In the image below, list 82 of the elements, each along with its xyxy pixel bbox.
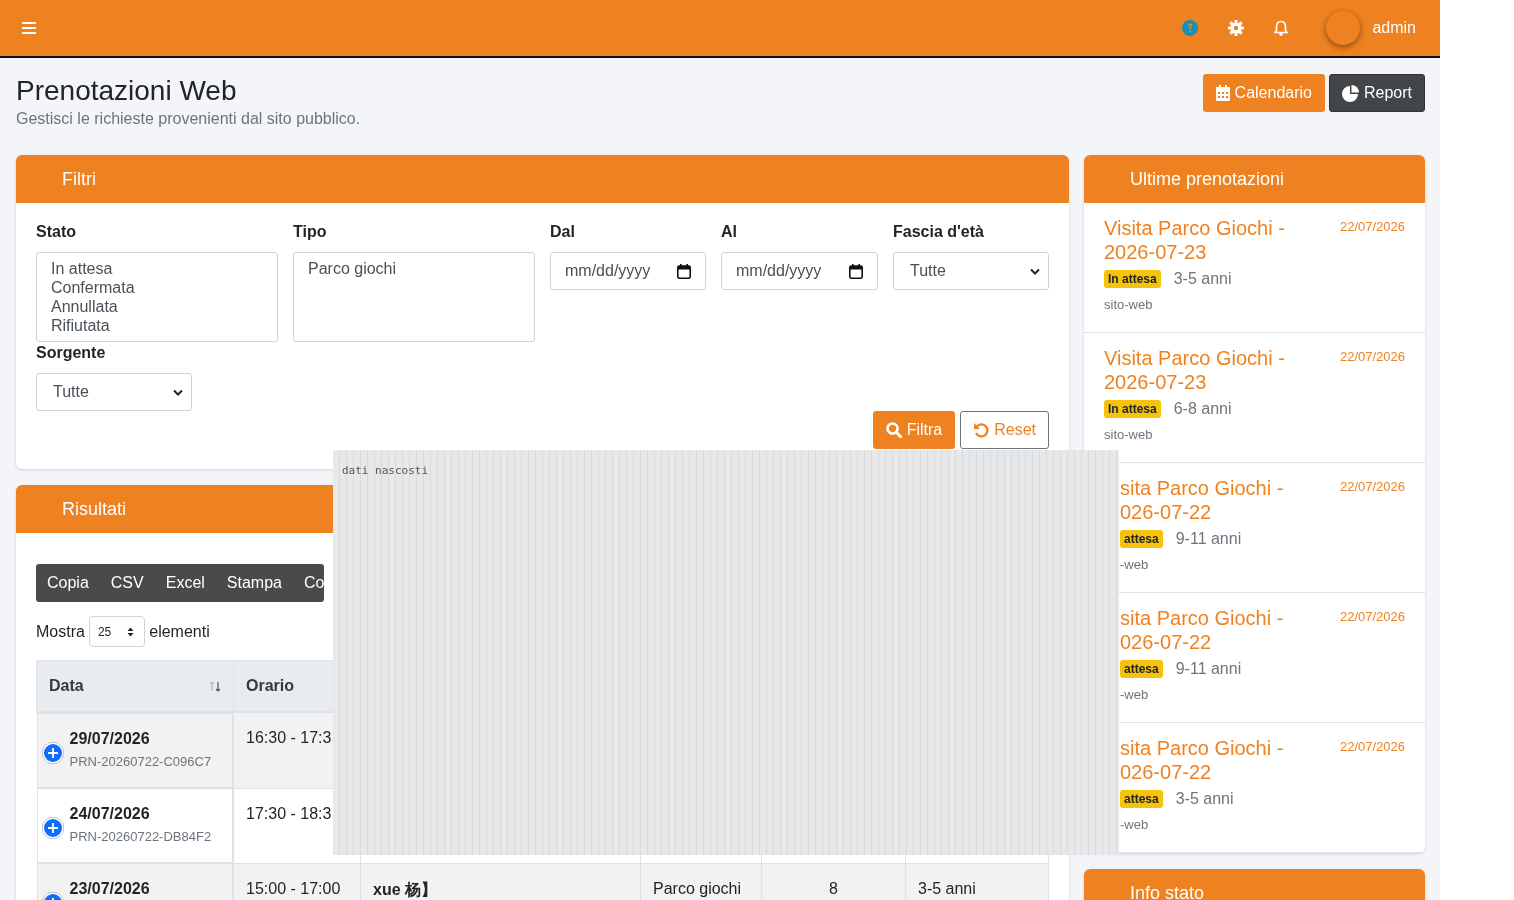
- booking-source: -web: [1120, 817, 1150, 832]
- booking-date: 24/07/2026: [69, 805, 151, 823]
- booking-source: sito-web: [1104, 297, 1154, 312]
- help-icon[interactable]: [1182, 20, 1199, 36]
- search-icon: [885, 422, 902, 438]
- sort-icon: [209, 680, 221, 692]
- list-option[interactable]: Confermata: [51, 278, 263, 297]
- table-cell: 15:00 - 17:00: [233, 863, 361, 900]
- redaction-label: dati nascosti: [342, 464, 429, 477]
- undo-icon: [973, 422, 990, 438]
- page-subtitle: Gestisci le richieste provenienti dal sito pubblico.: [16, 110, 361, 128]
- export-button[interactable]: Stampa: [215, 564, 293, 602]
- list-option[interactable]: Rifiutata: [51, 316, 263, 335]
- field-label: Fascia d'età: [893, 223, 984, 241]
- booking-date: 22/07/2026: [1339, 479, 1405, 496]
- field-label: Al: [721, 223, 737, 241]
- card-header: Info stato: [1084, 869, 1425, 900]
- table-cell: 8: [761, 863, 906, 900]
- field-label: Dal: [550, 223, 575, 241]
- age-range: 9-11 anni: [1175, 660, 1242, 678]
- status-badge: In attesa: [1104, 400, 1161, 418]
- booking-date: 22/07/2026: [1339, 349, 1405, 366]
- dropdown[interactable]: Tutte: [36, 373, 192, 411]
- calendar-icon: [677, 263, 691, 279]
- export-button[interactable]: Co: [293, 564, 325, 602]
- table-cell: Parco giochi: [640, 863, 762, 900]
- card-header: Filtri: [16, 155, 1069, 203]
- expand-icon[interactable]: [41, 742, 64, 764]
- settings-icon[interactable]: [1228, 20, 1245, 36]
- booking-code: PRN-20260722-C096C7: [69, 754, 212, 769]
- multi-select-list[interactable]: In attesa Confermata Annullata Rifiutata: [36, 252, 278, 342]
- field-label: Stato: [36, 223, 76, 241]
- export-button[interactable]: Excel: [154, 564, 216, 602]
- pie-chart-icon: [1341, 84, 1359, 102]
- status-badge: attesa: [1120, 660, 1163, 678]
- list-option[interactable]: Annullata: [51, 297, 263, 316]
- status-badge: attesa: [1120, 530, 1163, 548]
- header-text: Data: [49, 677, 84, 695]
- sort-arrows-icon: [127, 626, 135, 637]
- status-badge: In attesa: [1104, 270, 1161, 288]
- menu-icon[interactable]: [22, 22, 36, 34]
- chevron-icon: [1030, 267, 1040, 275]
- column-header[interactable]: Orario: [246, 677, 294, 694]
- calendar-icon: [849, 263, 863, 279]
- expand-icon[interactable]: [41, 817, 64, 839]
- length-label: Mostra: [36, 622, 85, 641]
- booking-date: 22/07/2026: [1339, 219, 1405, 236]
- table-cell: xue 杨】: [360, 863, 641, 900]
- date-field[interactable]: mm/dd/yyyy: [550, 252, 706, 290]
- list-option[interactable]: Parco giochi: [308, 259, 520, 278]
- booking-source: -web: [1120, 557, 1150, 572]
- date-field[interactable]: mm/dd/yyyy: [721, 252, 878, 290]
- booking-code: PRN-20260722-DB84F2: [69, 829, 212, 844]
- export-button[interactable]: Copia: [36, 564, 100, 602]
- page-title: Prenotazioni Web: [16, 74, 238, 108]
- multi-select-list[interactable]: Parco giochi: [293, 252, 535, 342]
- status-badge: attesa: [1120, 790, 1163, 808]
- export-button[interactable]: CSV: [99, 564, 155, 602]
- booking-date: 29/07/2026: [69, 730, 151, 748]
- dropdown[interactable]: Tutte: [893, 252, 1049, 290]
- booking-date: 22/07/2026: [1339, 609, 1405, 626]
- bell-icon[interactable]: [1274, 20, 1289, 36]
- field-label: Tipo: [293, 223, 327, 241]
- calendar-icon: [1215, 85, 1230, 101]
- age-range: 6-8 anni: [1173, 400, 1232, 418]
- report-button[interactable]: Report: [1328, 74, 1425, 112]
- age-range: 9-11 anni: [1175, 530, 1242, 548]
- list-option[interactable]: In attesa: [51, 259, 263, 278]
- booking-date: 22/07/2026: [1339, 739, 1405, 756]
- avatar[interactable]: [1326, 11, 1361, 45]
- page-length-select[interactable]: 25: [88, 616, 146, 647]
- field-label: Sorgente: [36, 344, 106, 362]
- booking-source: -web: [1120, 687, 1150, 702]
- chevron-icon: [173, 388, 183, 396]
- booking-date: 23/07/2026: [69, 880, 150, 898]
- length-label: elementi: [149, 622, 210, 641]
- age-range: 3-5 anni: [1173, 270, 1232, 288]
- age-range: 3-5 anni: [1175, 790, 1234, 808]
- card-header: Ultime prenotazioni: [1084, 155, 1425, 203]
- column-header[interactable]: Data: [36, 660, 234, 712]
- table-cell: 3-5 anni: [905, 863, 1049, 900]
- booking-source: sito-web: [1104, 427, 1154, 442]
